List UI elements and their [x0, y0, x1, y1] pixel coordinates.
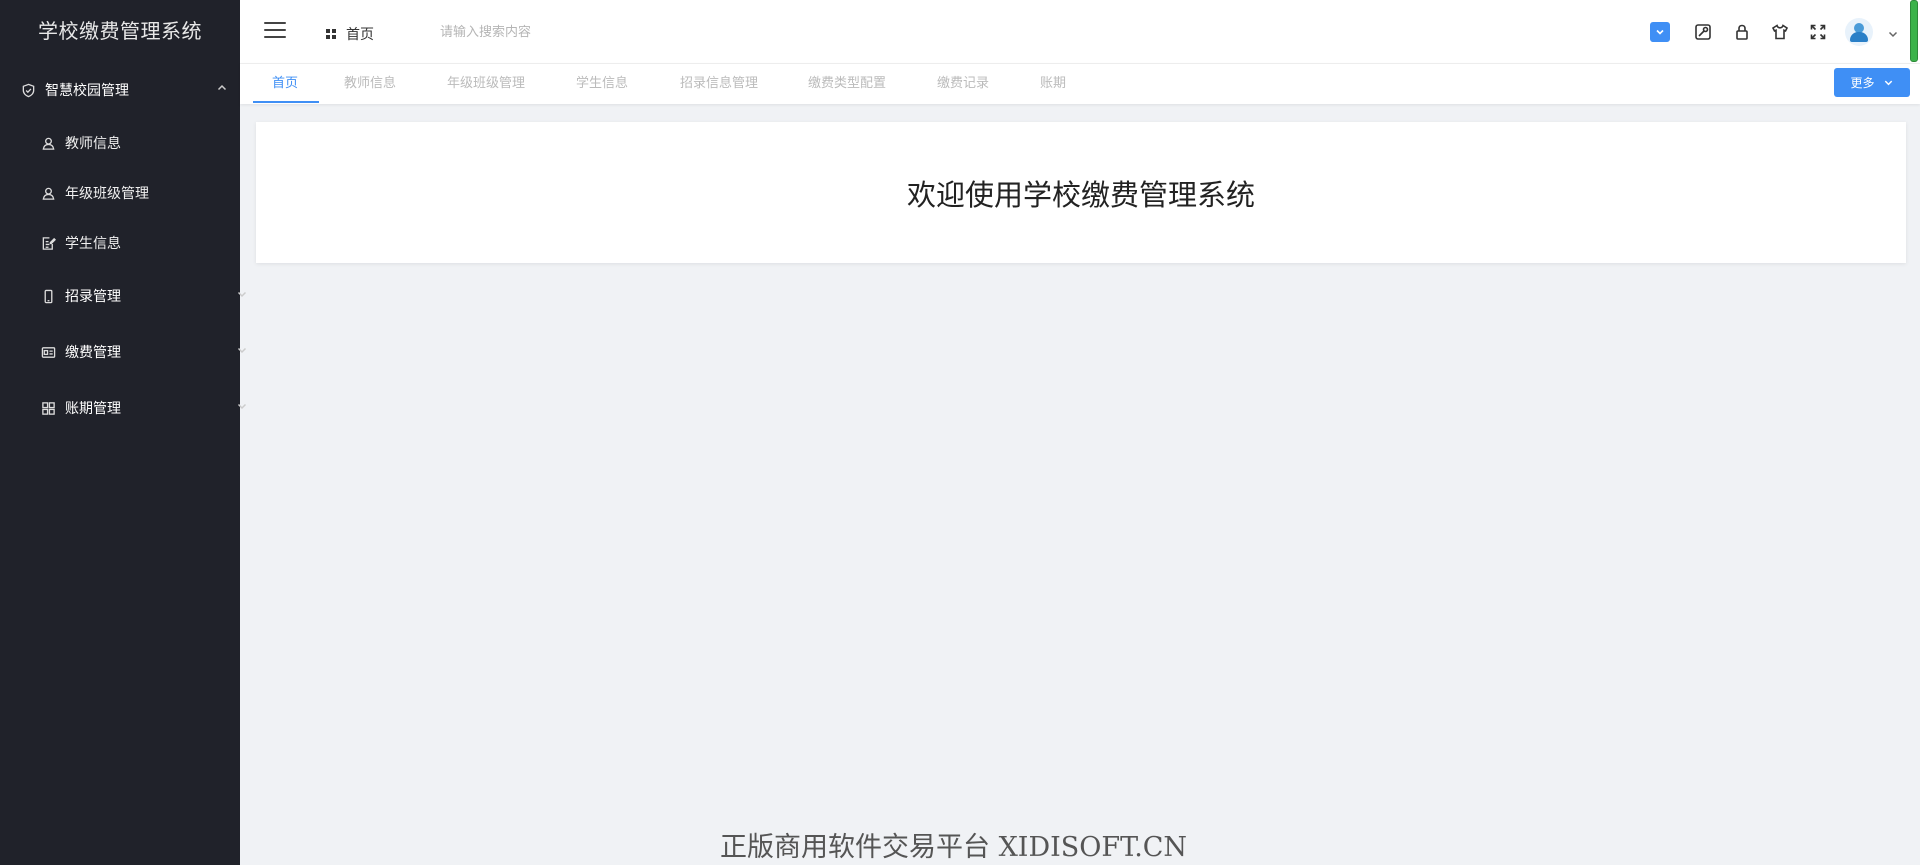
more-tabs-button[interactable]: 更多 — [1834, 68, 1910, 97]
user-menu-chevron-icon[interactable] — [1887, 25, 1901, 39]
mobile-icon — [40, 288, 56, 304]
tab-payment-records[interactable]: 缴费记录 — [937, 64, 989, 104]
user-icon — [40, 185, 56, 201]
sidebar-item-student-info[interactable]: 学生信息 — [0, 232, 280, 254]
tab-student-info[interactable]: 学生信息 — [576, 64, 628, 104]
chevron-down-icon — [236, 288, 250, 302]
chevron-down-icon — [236, 344, 250, 358]
sidebar: 学校缴费管理系统 智慧校园管理 教师信息 年级班级管理 学生信息 招录管理 缴费… — [0, 0, 247, 865]
sidebar-group-enrollment[interactable]: 招录管理 — [0, 285, 280, 307]
id-card-icon — [40, 344, 56, 360]
active-tab-indicator — [253, 101, 319, 103]
sidebar-group-label: 账期管理 — [65, 401, 121, 417]
welcome-card: 欢迎使用学校缴费管理系统 — [256, 122, 1906, 263]
tab-bar: 首页 教师信息 年级班级管理 学生信息 招录信息管理 缴费类型配置 缴费记录 账… — [240, 64, 1920, 104]
sidebar-item-label: 学生信息 — [65, 236, 121, 252]
shield-check-icon — [20, 82, 36, 98]
sidebar-group-label: 缴费管理 — [65, 345, 121, 361]
sidebar-group-label: 智慧校园管理 — [45, 83, 129, 99]
app-title: 学校缴费管理系统 — [38, 19, 202, 43]
sidebar-group-smart-campus[interactable]: 智慧校园管理 — [0, 79, 260, 101]
sidebar-group-label: 招录管理 — [65, 289, 121, 305]
search-input[interactable] — [436, 20, 684, 44]
scroll-indicator[interactable] — [1910, 0, 1918, 62]
tab-teacher-info[interactable]: 教师信息 — [344, 64, 396, 104]
fullscreen-icon[interactable] — [1808, 22, 1828, 42]
tab-home[interactable]: 首页 — [272, 64, 298, 104]
chevron-up-icon — [216, 82, 230, 96]
lock-icon[interactable] — [1732, 22, 1752, 42]
tools-icon[interactable] — [1693, 22, 1713, 42]
grid-apps-icon — [40, 400, 56, 416]
tab-enrollment-info[interactable]: 招录信息管理 — [680, 64, 758, 104]
user-icon — [40, 135, 56, 151]
home-grid-icon — [326, 29, 336, 39]
sidebar-group-payment[interactable]: 缴费管理 — [0, 341, 280, 363]
dropdown-toggle-icon[interactable] — [1650, 22, 1670, 42]
avatar[interactable] — [1845, 18, 1873, 46]
breadcrumb-home[interactable]: 首页 — [326, 24, 374, 44]
chevron-down-icon — [1884, 80, 1892, 86]
sidebar-group-billing-period[interactable]: 账期管理 — [0, 397, 280, 419]
welcome-heading: 欢迎使用学校缴费管理系统 — [906, 178, 1255, 212]
menu-toggle-icon[interactable] — [264, 22, 286, 40]
breadcrumb-home-label: 首页 — [346, 27, 374, 43]
watermark-text: 正版商用软件交易平台 XIDISOFT.CN — [720, 832, 1188, 863]
more-tabs-label: 更多 — [1850, 76, 1875, 90]
edit-doc-icon — [40, 235, 56, 251]
sidebar-item-label: 年级班级管理 — [65, 186, 149, 202]
sidebar-item-grade-class[interactable]: 年级班级管理 — [0, 182, 280, 204]
top-header: 首页 — [240, 0, 1920, 64]
chevron-down-icon — [236, 400, 250, 414]
tab-payment-type-config[interactable]: 缴费类型配置 — [808, 64, 886, 104]
tab-billing-period[interactable]: 账期 — [1040, 64, 1066, 104]
theme-shirt-icon[interactable] — [1770, 22, 1790, 42]
sidebar-item-teacher-info[interactable]: 教师信息 — [0, 132, 280, 154]
sidebar-item-label: 教师信息 — [65, 136, 121, 152]
tab-grade-class[interactable]: 年级班级管理 — [447, 64, 525, 104]
